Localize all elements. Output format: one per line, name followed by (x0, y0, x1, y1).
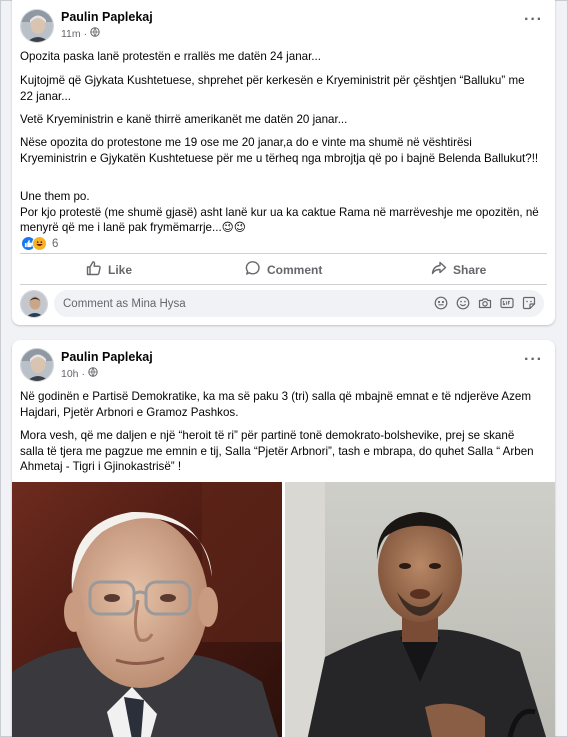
divider (20, 253, 547, 254)
camera-icon[interactable] (478, 296, 492, 313)
divider (20, 284, 547, 285)
separator-dot: · (81, 367, 86, 380)
share-label: Share (453, 262, 487, 277)
post-paragraph: Opozita paska lanë protestën e rrallës m… (20, 50, 321, 63)
author-avatar[interactable] (20, 9, 54, 43)
thumbs-up-icon (86, 260, 102, 279)
post-paragraph: Kujtojmë që Gjykata Kushtetuese, shprehe… (20, 74, 528, 103)
comment-placeholder: Comment as Mina Hysa (63, 297, 186, 310)
comment-label: Comment (267, 262, 323, 277)
post-paragraph: Në godinën e Partisë Demokratike, ka ma … (20, 390, 535, 419)
post-paragraph: Une them po. Por kjo protestë (me shumë … (20, 190, 539, 234)
reaction-count: 6 (52, 237, 59, 250)
share-arrow-icon (431, 260, 447, 279)
author-name[interactable]: Paulin Paplekaj (61, 10, 153, 24)
sticker-icon[interactable] (522, 296, 536, 313)
post-paragraph: Mora vesh, që me daljen e një “heroit të… (20, 429, 537, 473)
commenter-avatar[interactable] (20, 290, 48, 318)
post-card: Paulin Paplekaj 10h · ··· Në godinën e P… (12, 340, 555, 737)
reaction-summary[interactable]: 6 (21, 236, 58, 251)
time-text: 10h (61, 367, 79, 380)
gif-icon[interactable] (500, 296, 514, 313)
post-timestamp[interactable]: 10h · (61, 367, 98, 380)
share-button[interactable]: Share (431, 260, 486, 279)
post-timestamp[interactable]: 11m · (61, 27, 100, 40)
post-photo-left[interactable] (12, 482, 282, 737)
post-card: Paulin Paplekaj 11m · ··· Opozita paska … (12, 0, 555, 325)
globe-icon (88, 367, 98, 380)
haha-reaction-icon (32, 236, 47, 251)
speech-bubble-icon (245, 260, 261, 279)
post-photo-right[interactable] (285, 482, 555, 737)
author-name[interactable]: Paulin Paplekaj (61, 350, 153, 364)
more-options-icon[interactable]: ··· (524, 11, 543, 29)
like-button[interactable]: Like (86, 260, 132, 279)
emoji-icon[interactable] (456, 296, 470, 313)
like-label: Like (108, 262, 133, 277)
post-paragraph: Nëse opozita do protestone me 19 ose me … (20, 136, 539, 165)
comment-button[interactable]: Comment (245, 260, 322, 279)
comment-tools (434, 296, 536, 313)
time-text: 11m (61, 27, 81, 40)
more-options-icon[interactable]: ··· (524, 351, 543, 369)
author-avatar[interactable] (20, 348, 54, 382)
comment-input[interactable]: Comment as Mina Hysa (54, 290, 544, 317)
globe-icon (90, 27, 100, 40)
post-paragraph: Vetë Kryeministrin e kanë thirrë amerika… (20, 113, 348, 126)
separator-dot: · (83, 27, 88, 40)
avatar-sticker-icon[interactable] (434, 296, 448, 313)
